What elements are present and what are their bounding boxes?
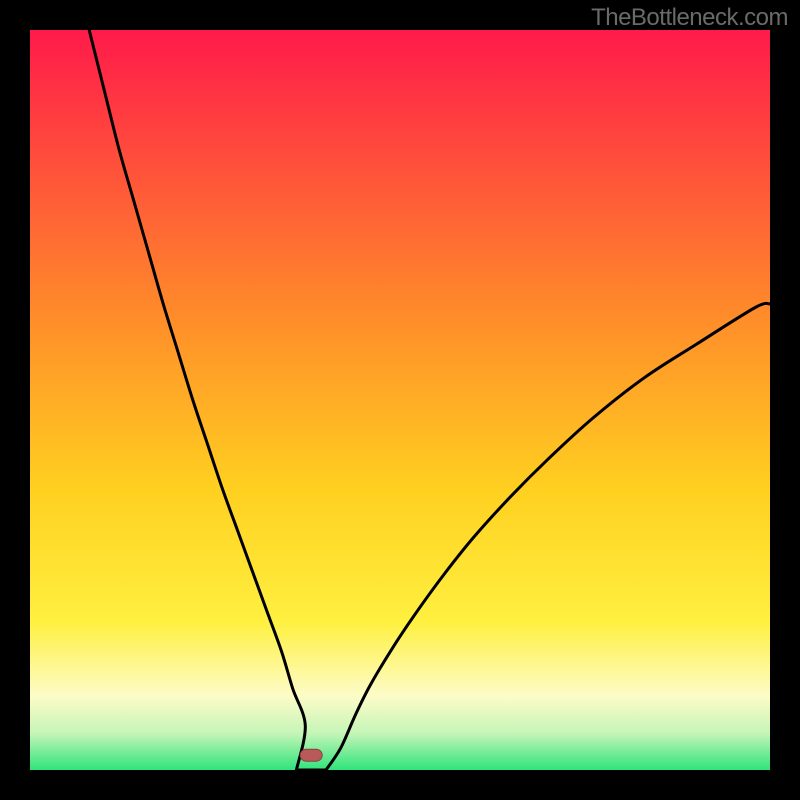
plot-area — [30, 30, 770, 770]
plot-svg — [30, 30, 770, 770]
chart-frame: TheBottleneck.com — [0, 0, 800, 800]
gradient-background — [30, 30, 770, 770]
watermark-text: TheBottleneck.com — [591, 4, 788, 32]
optimal-marker — [300, 749, 322, 761]
